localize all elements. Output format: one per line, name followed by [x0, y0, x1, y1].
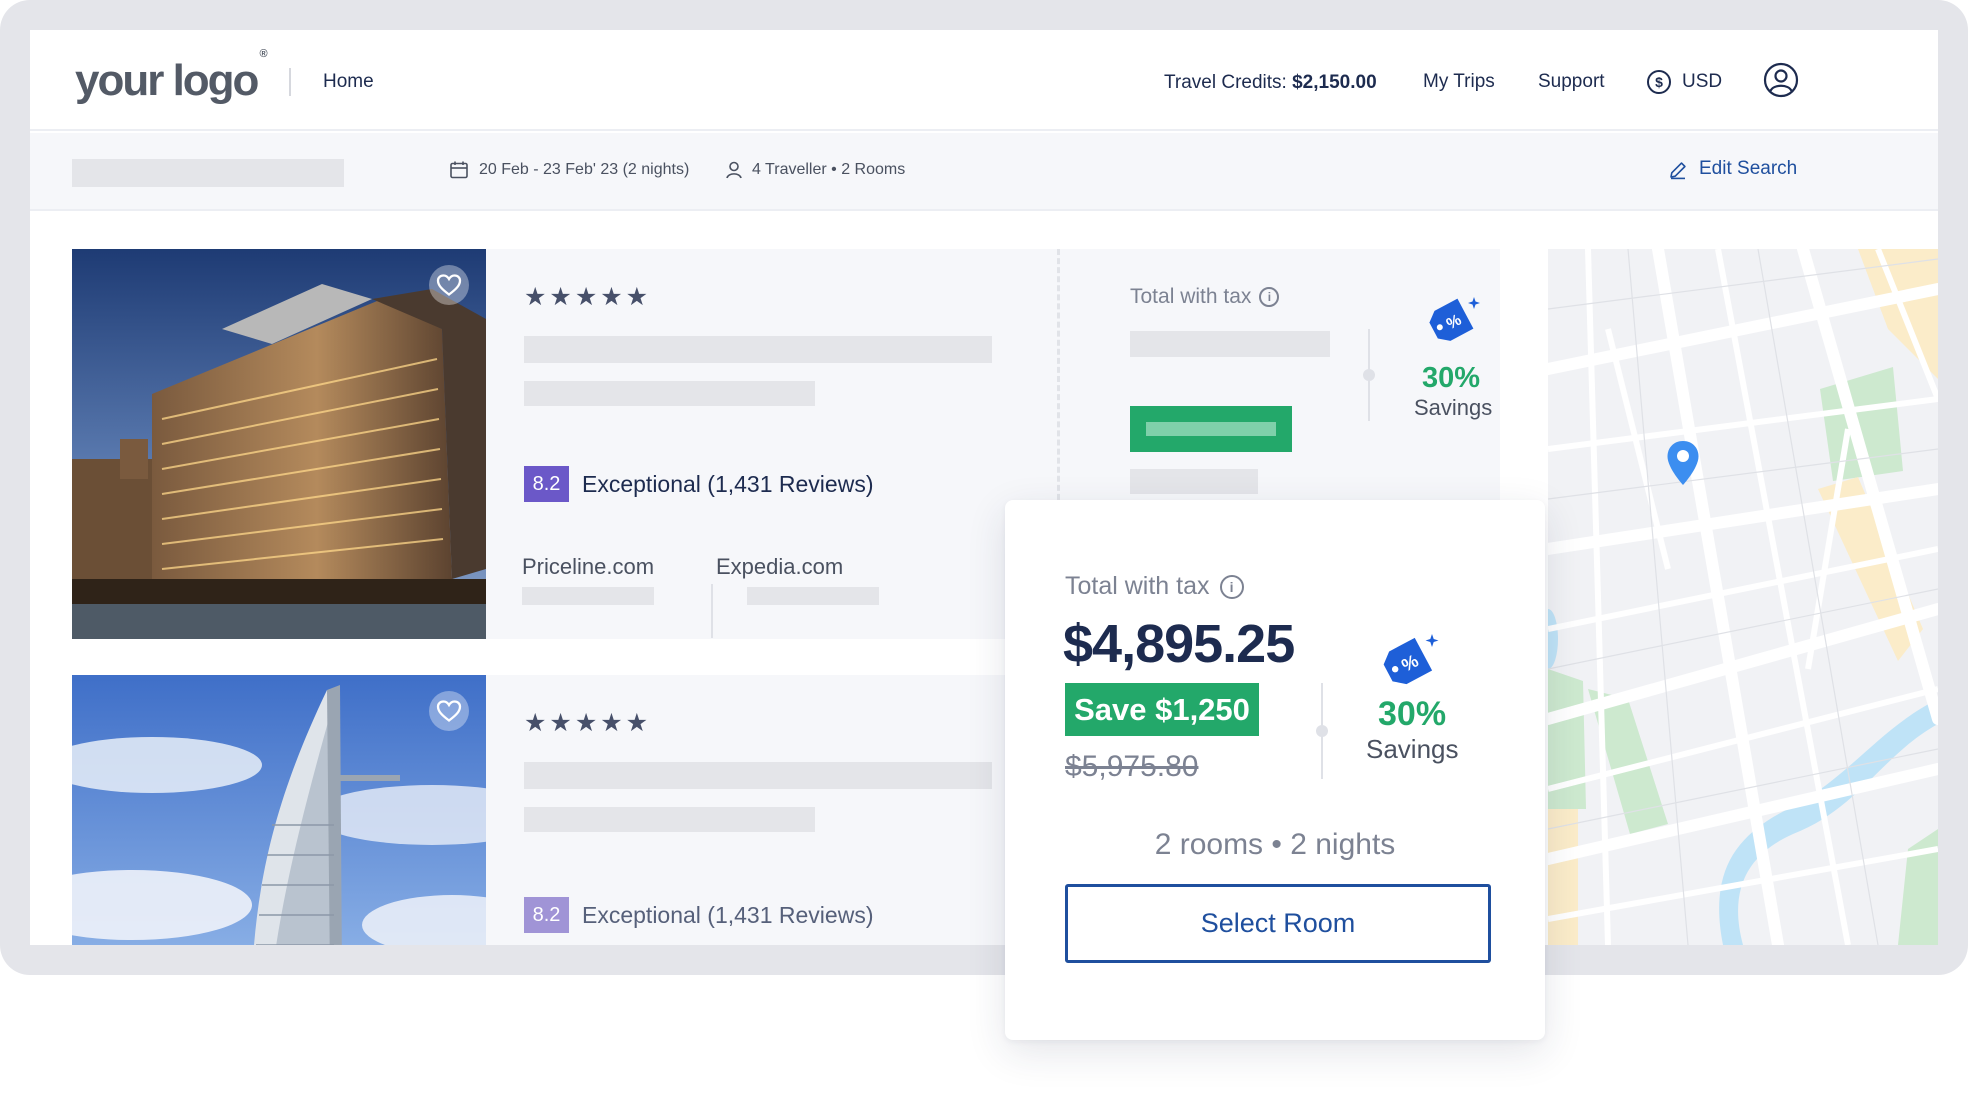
destination-placeholder[interactable]: [72, 159, 344, 187]
total-price: $4,895.25: [1063, 614, 1295, 674]
dollar-circle-icon[interactable]: $: [1647, 70, 1671, 94]
rating-summary[interactable]: Exceptional (1,431 Reviews): [582, 471, 873, 498]
map-panel[interactable]: [1548, 249, 1938, 945]
city-map[interactable]: [1548, 249, 1938, 945]
savings-percent: 30%: [1378, 695, 1447, 733]
map-pin-icon[interactable]: [1666, 440, 1700, 486]
select-room-button[interactable]: Select Room: [1065, 884, 1491, 963]
app-screen: your logo® Home Travel Credits: $2,150.0…: [30, 30, 1938, 945]
travel-credits-label: Travel Credits:: [1164, 72, 1287, 93]
person-icon: [726, 161, 742, 179]
provider-divider: [711, 584, 713, 638]
savings-label: Savings: [1414, 395, 1493, 420]
price-detail-card: Total with tax i $4,895.25 Save $1,250 $5…: [1005, 500, 1545, 1040]
total-with-tax-text: Total with tax: [1130, 285, 1252, 308]
favorite-heart-icon[interactable]: [429, 691, 469, 731]
rooms-nights-summary: 2 rooms • 2 nights: [1154, 828, 1396, 861]
provider-expedia[interactable]: Expedia.com: [716, 554, 843, 580]
calendar-icon: [450, 161, 468, 179]
hotel-building-image: [72, 249, 486, 639]
provider-price-placeholder: [747, 587, 879, 605]
hotel-photo[interactable]: [72, 675, 486, 945]
nav-support-link[interactable]: Support: [1538, 71, 1605, 93]
star-rating: ★★★★★: [524, 283, 652, 311]
logo-registered-mark: ®: [259, 48, 268, 61]
dashed-divider: [1057, 249, 1060, 509]
travel-credits: Travel Credits: $2,150.00: [1164, 72, 1377, 94]
brand-logo[interactable]: your logo®: [75, 48, 268, 106]
savings-divider-dot: [1363, 369, 1375, 381]
savings-percent: 30%: [1422, 362, 1481, 394]
savings-label: Savings: [1366, 734, 1459, 764]
info-icon[interactable]: i: [1219, 575, 1244, 600]
pencil-icon[interactable]: [1668, 160, 1688, 180]
total-with-tax-label: Total with tax i: [1130, 285, 1280, 309]
search-summary-bar: 20 Feb - 23 Feb' 23 (2 nights) 4 Travell…: [30, 133, 1938, 211]
provider-price-placeholder: [522, 587, 654, 605]
travel-credits-value: $2,150.00: [1292, 72, 1377, 93]
hotel-name-placeholder: [524, 762, 992, 789]
rating-score-badge: 8.2: [524, 897, 569, 933]
user-circle-icon[interactable]: [1763, 62, 1799, 98]
favorite-heart-icon[interactable]: [429, 265, 469, 305]
rating-score-badge: 8.2: [524, 466, 569, 502]
rating-summary[interactable]: Exceptional (1,431 Reviews): [582, 902, 873, 929]
discount-tag-icon: %: [1429, 297, 1480, 341]
star-rating: ★★★★★: [524, 709, 652, 737]
save-badge-placeholder: [1130, 406, 1292, 452]
hotel-photo[interactable]: [72, 249, 486, 639]
device-frame: your logo® Home Travel Credits: $2,150.0…: [0, 0, 1968, 975]
logo-text: your logo: [75, 56, 259, 105]
discount-tag-icon: %: [1383, 634, 1439, 685]
nav-home-link[interactable]: Home: [323, 71, 374, 93]
traveller-count[interactable]: 4 Traveller • 2 Rooms: [752, 161, 905, 179]
original-price: $5,975.80: [1065, 750, 1199, 783]
provider-priceline[interactable]: Priceline.com: [522, 554, 654, 580]
save-badge-placeholder-text: [1146, 422, 1276, 436]
info-icon[interactable]: i: [1259, 287, 1280, 308]
nav-my-trips-link[interactable]: My Trips: [1423, 71, 1495, 93]
hotel-name-placeholder: [524, 336, 992, 363]
nav-divider: [289, 68, 291, 96]
hotel-address-placeholder: [524, 807, 815, 832]
price-placeholder: [1130, 331, 1330, 357]
save-amount-badge: Save $1,250: [1065, 683, 1259, 736]
top-navbar: your logo® Home Travel Credits: $2,150.0…: [30, 30, 1938, 131]
hotel-address-placeholder: [524, 381, 815, 406]
savings-divider-dot: [1316, 725, 1328, 737]
currency-selector[interactable]: USD: [1682, 71, 1722, 93]
original-price-placeholder: [1130, 469, 1258, 494]
hotel-tower-image: [72, 675, 486, 945]
total-with-tax-label: Total with tax i: [1065, 572, 1244, 601]
total-with-tax-text: Total with tax: [1065, 572, 1210, 600]
date-range[interactable]: 20 Feb - 23 Feb' 23 (2 nights): [479, 161, 689, 179]
edit-search-link[interactable]: Edit Search: [1699, 158, 1797, 180]
